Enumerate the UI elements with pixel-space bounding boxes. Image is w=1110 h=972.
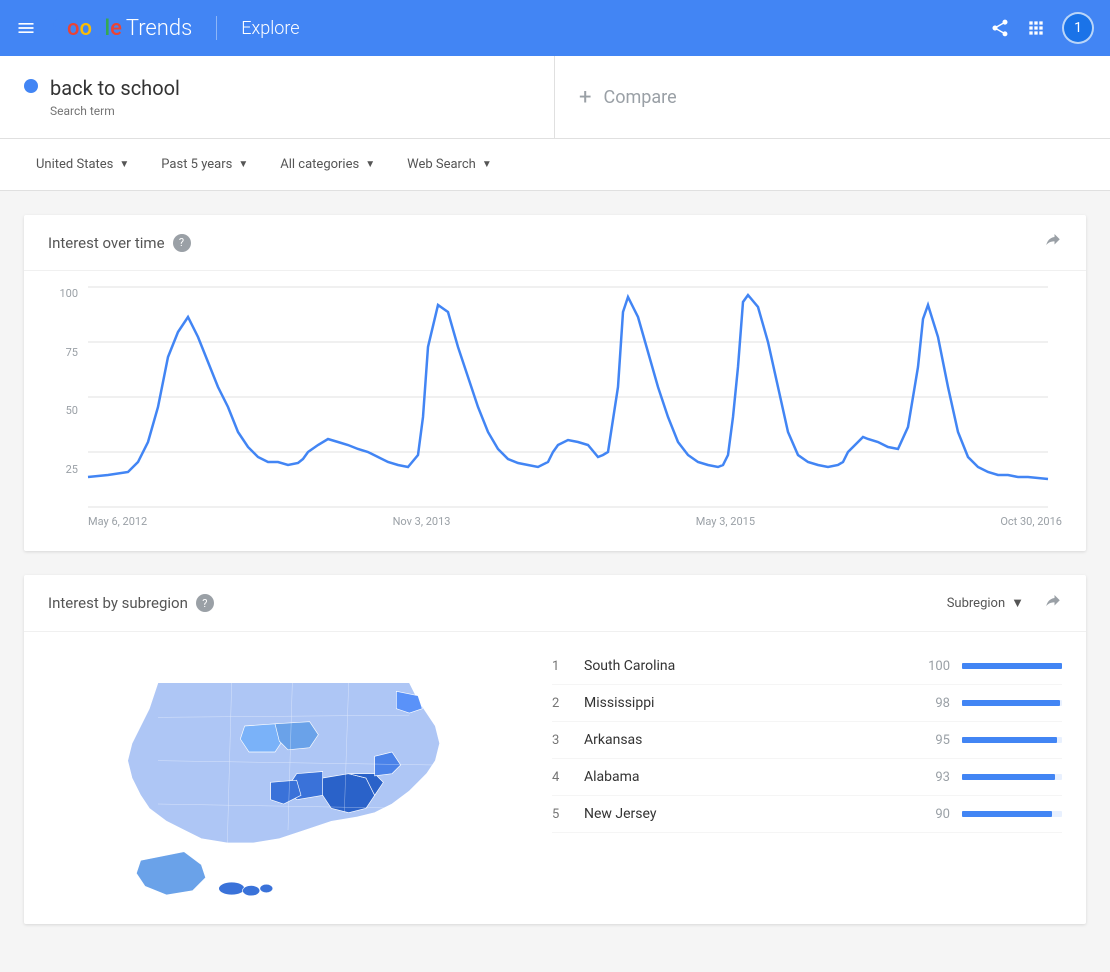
logo-trends-text: Trends [126,16,192,41]
search-term-box: back to school Search term [0,56,555,138]
ranking-row-2: 2 Mississippi 98 [552,685,1062,722]
y-label-75: 75 [48,346,78,359]
subregion-help-icon[interactable]: ? [196,594,214,612]
region-filter[interactable]: United States ▼ [24,151,141,178]
interest-share-icon[interactable] [1044,231,1062,254]
rank-bar-container-2 [962,700,1062,706]
interest-over-time-card: Interest over time ? 100 75 50 25 [24,215,1086,551]
ranking-row-1: 1 South Carolina 100 [552,648,1062,685]
subregion-content: 1 South Carolina 100 2 Mississippi 98 [24,632,1086,924]
rank-num-1: 1 [552,659,572,674]
region-label: United States [36,157,113,172]
period-filter[interactable]: Past 5 years ▼ [149,151,260,178]
rank-bar-2 [962,700,1060,706]
us-map-container [48,648,528,908]
rank-num-3: 3 [552,733,572,748]
search-area: back to school Search term + Compare [0,56,1110,139]
interest-by-subregion-card: Interest by subregion ? Subregion ▼ [24,575,1086,924]
explore-label: Explore [241,18,299,39]
subregion-dropdown-arrow: ▼ [1011,595,1024,611]
chart-container: 100 75 50 25 [24,271,1086,551]
share-icon[interactable] [990,18,1010,38]
trend-chart-svg [88,287,1048,507]
search-term-text: back to school [50,76,180,100]
subregion-card-title-group: Interest by subregion ? [48,594,214,612]
rank-bar-container-1 [962,663,1062,669]
subregion-dropdown[interactable]: Subregion ▼ [939,591,1032,615]
interest-chart-title: Interest over time [48,234,165,252]
rank-num-4: 4 [552,770,572,785]
menu-icon[interactable] [16,18,36,38]
subregion-header-right: Subregion ▼ [939,591,1062,615]
y-axis: 100 75 50 25 [48,287,78,521]
compare-box[interactable]: + Compare [555,56,1110,138]
rank-bar-container-4 [962,774,1062,780]
header-divider [216,16,217,40]
header-right-actions: 1 [990,12,1094,44]
period-label: Past 5 years [161,157,232,172]
x-label-4: Oct 30, 2016 [1000,515,1062,528]
us-map-svg [58,648,518,908]
rank-name-3: Arkansas [584,732,902,748]
x-label-2: Nov 3, 2013 [393,515,451,528]
search-type-arrow-icon: ▼ [482,159,492,170]
search-type-label: Web Search [407,157,476,172]
compare-plus-icon: + [579,85,591,110]
rank-value-3: 95 [914,733,950,748]
rank-name-2: Mississippi [584,695,902,711]
rank-bar-1 [962,663,1062,669]
search-term-type: Search term [50,104,180,118]
logo-google-text: Google [52,16,122,41]
filters-bar: United States ▼ Past 5 years ▼ All categ… [0,139,1110,191]
y-label-50: 50 [48,404,78,417]
alaska [136,852,205,895]
hawaii [219,882,273,896]
period-arrow-icon: ▼ [238,159,248,170]
ranking-row-5: 5 New Jersey 90 [552,796,1062,833]
rank-bar-5 [962,811,1052,817]
chart-svg-wrapper [88,287,1062,511]
rank-value-5: 90 [914,807,950,822]
interest-help-icon[interactable]: ? [173,234,191,252]
y-label-100: 100 [48,287,78,300]
subregion-card-title: Interest by subregion [48,594,188,612]
rank-bar-container-5 [962,811,1062,817]
search-term-info: back to school Search term [50,76,180,118]
rank-value-4: 93 [914,770,950,785]
search-dot-indicator [24,79,38,93]
x-label-1: May 6, 2012 [88,515,147,528]
subregion-share-icon[interactable] [1044,592,1062,615]
category-filter[interactable]: All categories ▼ [268,151,387,178]
x-label-3: May 3, 2015 [696,515,755,528]
user-avatar[interactable]: 1 [1062,12,1094,44]
rank-name-4: Alabama [584,769,902,785]
rank-bar-3 [962,737,1057,743]
interest-chart-header: Interest over time ? [24,215,1086,271]
subregion-card-header: Interest by subregion ? Subregion ▼ [24,575,1086,632]
rank-bar-container-3 [962,737,1062,743]
category-label: All categories [280,157,359,172]
rank-name-5: New Jersey [584,806,902,822]
ranking-row-3: 3 Arkansas 95 [552,722,1062,759]
rank-num-2: 2 [552,696,572,711]
app-logo: Google Trends [52,16,192,41]
category-arrow-icon: ▼ [365,159,375,170]
ranking-row-4: 4 Alabama 93 [552,759,1062,796]
apps-icon[interactable] [1026,18,1046,38]
rank-value-2: 98 [914,696,950,711]
rankings-container: 1 South Carolina 100 2 Mississippi 98 [552,648,1062,908]
rank-value-1: 100 [914,659,950,674]
compare-label: Compare [603,87,676,108]
rank-bar-4 [962,774,1055,780]
y-label-25: 25 [48,463,78,476]
search-type-filter[interactable]: Web Search ▼ [395,151,504,178]
app-header: Google Trends Explore 1 [0,0,1110,56]
rank-name-1: South Carolina [584,658,902,674]
region-arrow-icon: ▼ [119,159,129,170]
rank-num-5: 5 [552,807,572,822]
main-content: Interest over time ? 100 75 50 25 [0,191,1110,972]
subregion-dropdown-label: Subregion [947,596,1005,611]
interest-chart-title-group: Interest over time ? [48,234,191,252]
x-axis-labels: May 6, 2012 Nov 3, 2013 May 3, 2015 Oct … [88,511,1062,532]
